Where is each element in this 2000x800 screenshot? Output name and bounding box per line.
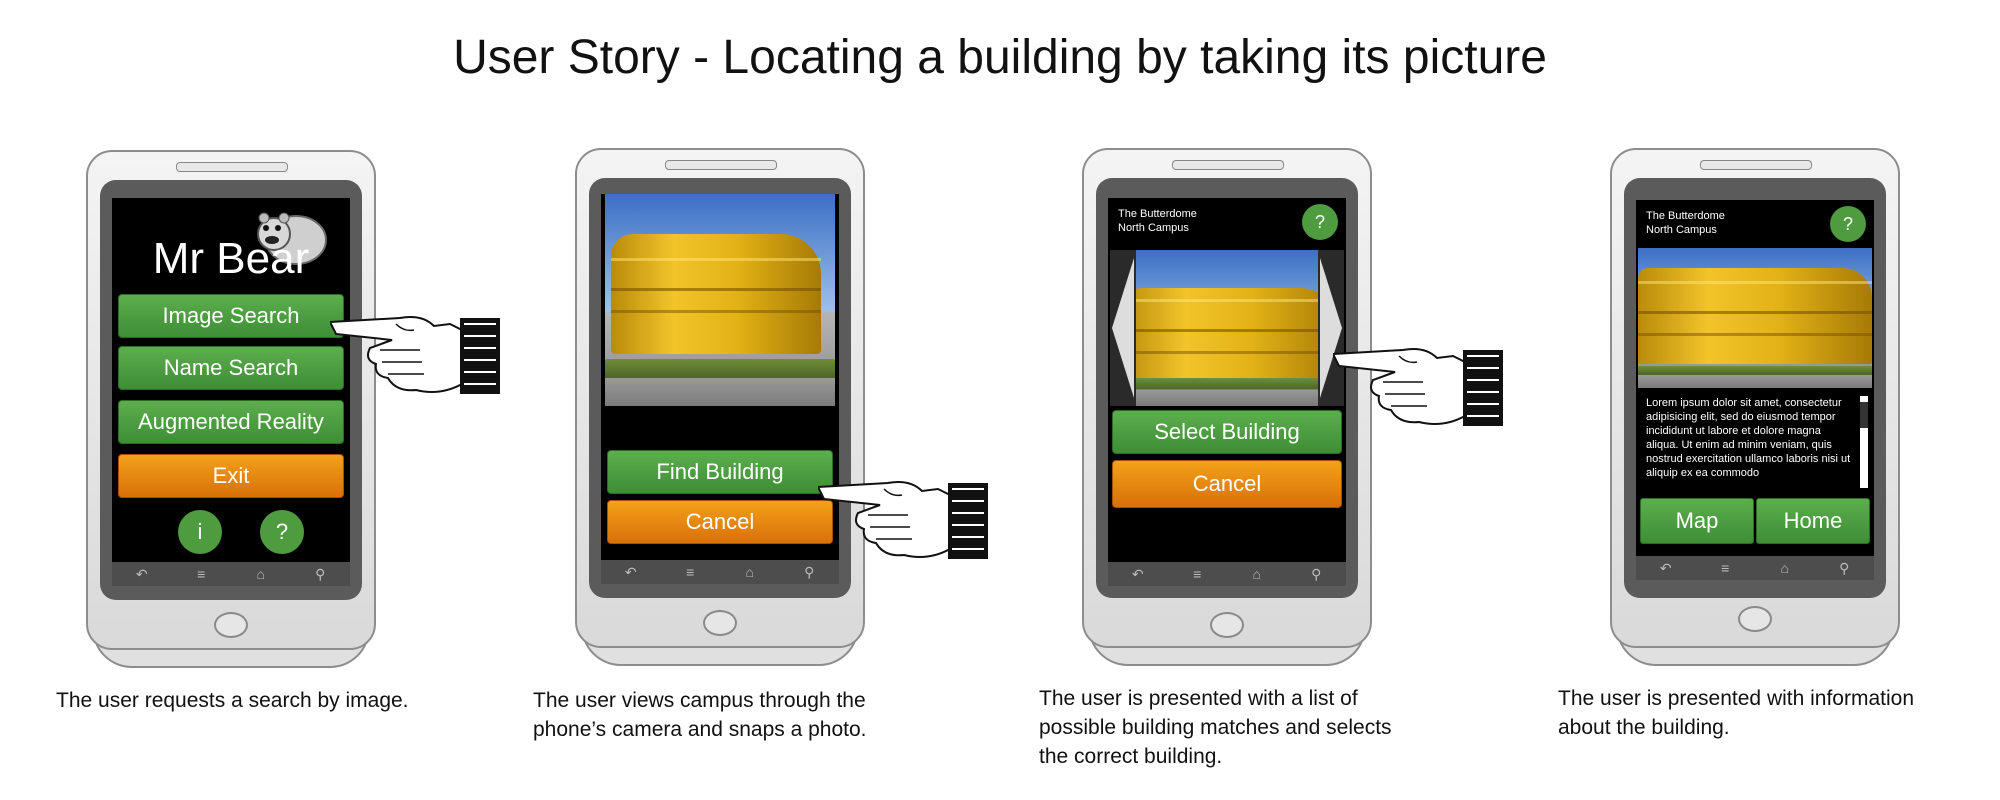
find-building-button[interactable]: Find Building xyxy=(607,450,833,494)
menu-icon[interactable]: ≡ xyxy=(1182,566,1212,582)
search-icon[interactable]: ⚲ xyxy=(305,566,335,583)
menu-icon[interactable]: ≡ xyxy=(1710,560,1740,576)
screen-matches: The Butterdome North Campus ? Select Bui… xyxy=(1108,198,1346,568)
screen-building-info: The Butterdome North Campus ? Lorem ipsu… xyxy=(1636,200,1874,570)
nav-bar: ↶ ≡ ⌂ ⚲ xyxy=(1636,556,1874,580)
select-building-button[interactable]: Select Building xyxy=(1112,410,1342,454)
map-button[interactable]: Map xyxy=(1640,498,1754,544)
speaker xyxy=(1172,160,1284,170)
hardware-home-button[interactable] xyxy=(703,610,737,636)
page-title: User Story - Locating a building by taki… xyxy=(453,31,1547,84)
back-icon[interactable]: ↶ xyxy=(127,566,157,583)
search-icon[interactable]: ⚲ xyxy=(1829,560,1859,577)
exit-button[interactable]: Exit xyxy=(118,454,344,498)
caption-step-4: The user is presented with information a… xyxy=(1558,687,1915,739)
cancel-button[interactable]: Cancel xyxy=(607,500,833,544)
back-icon[interactable]: ↶ xyxy=(616,564,646,581)
description-scrollbar[interactable] xyxy=(1860,396,1868,488)
help-button[interactable]: ? xyxy=(1830,206,1866,242)
app-title: Mr Bear xyxy=(152,234,310,283)
hardware-home-button[interactable] xyxy=(214,612,248,638)
campus-name: North Campus xyxy=(1646,224,1717,236)
pointing-hand-icon xyxy=(1333,348,1503,426)
home-icon[interactable]: ⌂ xyxy=(1770,560,1800,576)
cancel-button[interactable]: Cancel xyxy=(1112,460,1342,508)
nav-bar: ↶ ≡ ⌂ ⚲ xyxy=(1108,562,1346,586)
camera-photo xyxy=(605,194,835,406)
screen-home: Mr Bear Image Search Name Search Augment… xyxy=(112,198,350,568)
building-match-photo xyxy=(1110,250,1344,406)
hardware-home-button[interactable] xyxy=(1210,612,1244,638)
building-header: The Butterdome North Campus ? xyxy=(1636,200,1874,246)
home-icon[interactable]: ⌂ xyxy=(1242,566,1272,582)
previous-match-button[interactable] xyxy=(1110,250,1136,406)
pointing-hand-icon xyxy=(330,316,500,394)
help-button[interactable]: ? xyxy=(260,510,304,554)
arrow-left-icon xyxy=(1112,258,1134,398)
help-button[interactable]: ? xyxy=(1302,204,1338,240)
home-button[interactable]: Home xyxy=(1756,498,1870,544)
back-icon[interactable]: ↶ xyxy=(1651,560,1681,577)
speaker xyxy=(1700,160,1812,170)
info-button[interactable]: i xyxy=(178,510,222,554)
speaker xyxy=(665,160,777,170)
caption-step-1: The user requests a search by image. xyxy=(56,689,409,712)
search-icon[interactable]: ⚲ xyxy=(794,564,824,581)
nav-bar: ↶ ≡ ⌂ ⚲ xyxy=(601,560,839,584)
caption-step-2: The user views campus through the phone’… xyxy=(533,689,867,741)
speaker xyxy=(176,162,288,172)
phone-1: Mr Bear Image Search Name Search Augment… xyxy=(86,150,376,670)
hardware-home-button[interactable] xyxy=(1738,606,1772,632)
augmented-reality-button[interactable]: Augmented Reality xyxy=(118,400,344,444)
home-icon[interactable]: ⌂ xyxy=(246,566,276,582)
name-search-button[interactable]: Name Search xyxy=(118,346,344,390)
pointing-hand-icon xyxy=(818,481,988,559)
campus-name: North Campus xyxy=(1118,222,1189,234)
menu-icon[interactable]: ≡ xyxy=(186,566,216,582)
building-name: The Butterdome xyxy=(1118,208,1197,220)
menu-icon[interactable]: ≡ xyxy=(675,564,705,580)
nav-bar: ↶ ≡ ⌂ ⚲ xyxy=(112,562,350,586)
caption-step-3: The user is presented with a list of pos… xyxy=(1039,687,1392,768)
phone-4: The Butterdome North Campus ? Lorem ipsu… xyxy=(1610,148,1900,668)
screen-camera: Find Building Cancel xyxy=(601,194,839,564)
building-description: Lorem ipsum dolor sit amet, consectetur … xyxy=(1646,397,1851,479)
building-header: The Butterdome North Campus ? xyxy=(1108,198,1346,246)
back-icon[interactable]: ↶ xyxy=(1123,566,1153,583)
building-name: The Butterdome xyxy=(1646,210,1725,222)
search-icon[interactable]: ⚲ xyxy=(1301,566,1331,583)
image-search-button[interactable]: Image Search xyxy=(118,294,344,338)
home-icon[interactable]: ⌂ xyxy=(735,564,765,580)
building-photo xyxy=(1638,248,1872,388)
phone-3: The Butterdome North Campus ? Select Bui… xyxy=(1082,148,1372,668)
phone-2: Find Building Cancel ↶ ≡ ⌂ ⚲ xyxy=(575,148,865,668)
